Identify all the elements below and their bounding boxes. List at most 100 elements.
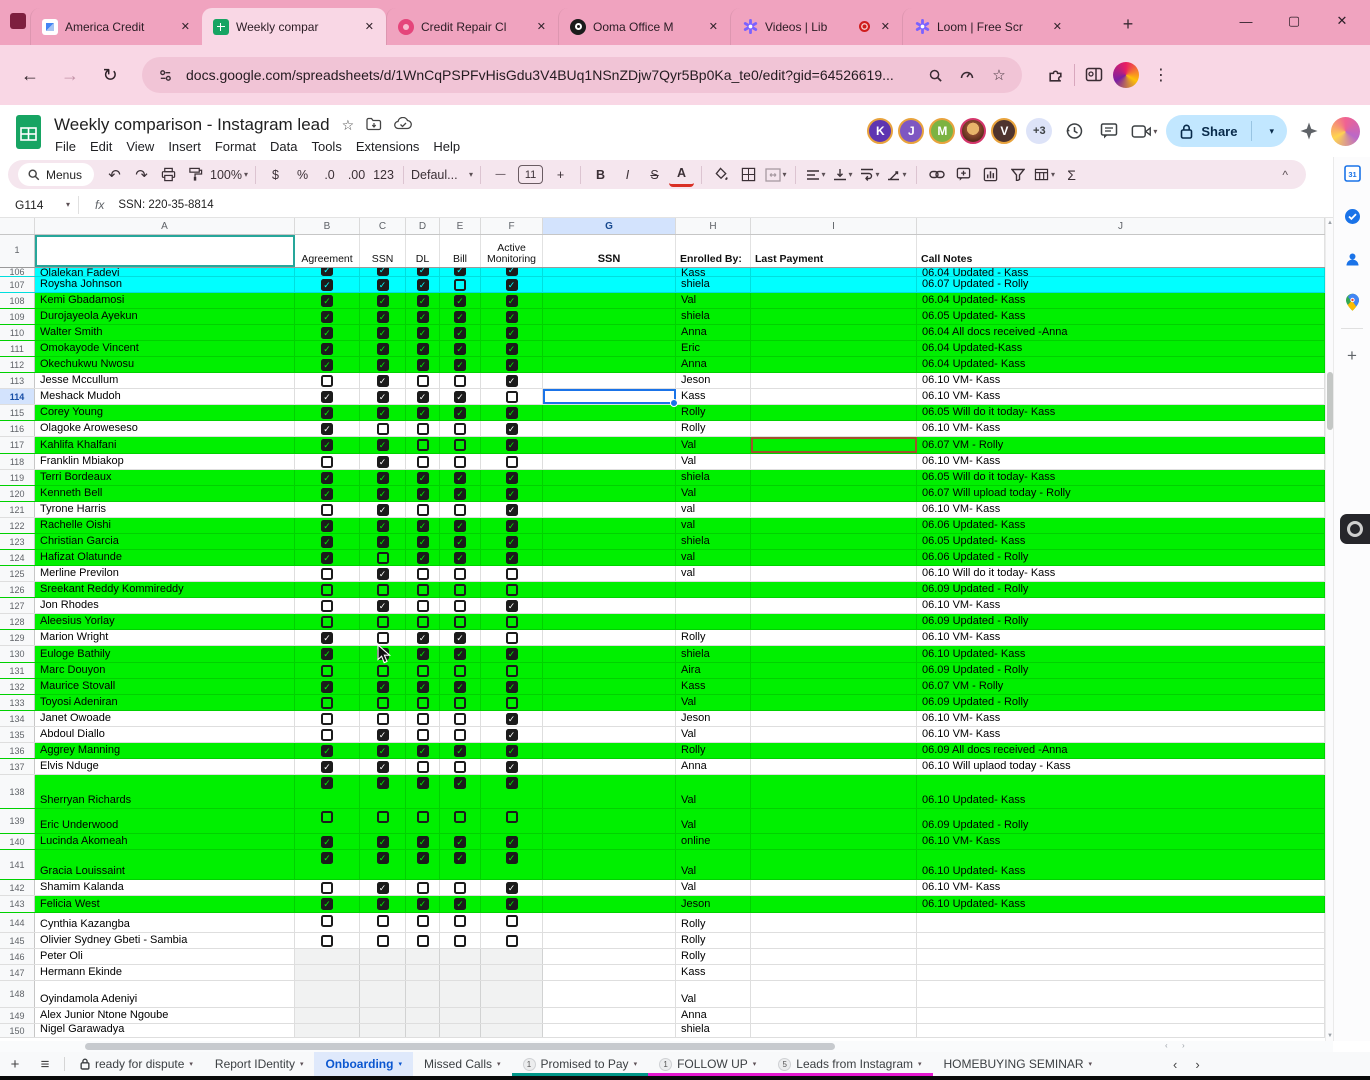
ssn-cell[interactable] — [543, 663, 676, 678]
checked-checkbox[interactable]: ✓ — [506, 745, 518, 757]
checked-checkbox[interactable]: ✓ — [377, 343, 389, 355]
unchecked-checkbox[interactable] — [417, 456, 429, 468]
name-cell[interactable]: Jon Rhodes — [35, 598, 295, 613]
minimize-button[interactable]: — — [1222, 0, 1270, 42]
table-views-button[interactable]: ▾ — [1032, 162, 1057, 187]
name-cell[interactable]: Sherryan Richards — [35, 775, 295, 808]
checked-checkbox[interactable]: ✓ — [454, 520, 466, 532]
checkbox-cell-C[interactable]: ✓ — [360, 470, 406, 485]
row-header[interactable]: 149 — [0, 1008, 35, 1023]
close-window-button[interactable]: ✕ — [1318, 0, 1366, 42]
checkbox-cell-F[interactable]: ✓ — [481, 437, 543, 453]
checked-checkbox[interactable]: ✓ — [377, 407, 389, 419]
last-payment-cell[interactable] — [751, 518, 917, 533]
checked-checkbox[interactable]: ✓ — [377, 761, 389, 773]
row-header[interactable]: 146 — [0, 949, 35, 964]
enrolled-by-cell[interactable]: shiela — [676, 309, 751, 324]
checkbox-cell-D[interactable]: ✓ — [406, 850, 440, 879]
checkbox-cell-D[interactable] — [406, 663, 440, 678]
unchecked-checkbox[interactable] — [454, 504, 466, 516]
menu-tools[interactable]: Tools — [304, 138, 348, 155]
checkbox-cell-B[interactable] — [295, 695, 360, 710]
checkbox-cell-C[interactable] — [360, 981, 406, 1007]
checked-checkbox[interactable]: ✓ — [506, 343, 518, 355]
ssn-cell[interactable] — [543, 325, 676, 340]
checkbox-cell-D[interactable] — [406, 711, 440, 726]
row-header[interactable]: 130 — [0, 646, 35, 662]
call-notes-cell[interactable]: 06.06 Updated - Rolly — [917, 550, 1325, 565]
new-tab-button[interactable]: + — [1115, 11, 1141, 37]
column-header-E[interactable]: E — [440, 218, 481, 234]
ssn-cell[interactable] — [543, 933, 676, 948]
meet-camera-icon[interactable]: ▾ — [1131, 118, 1157, 144]
checked-checkbox[interactable]: ✓ — [377, 311, 389, 323]
ssn-cell[interactable] — [543, 727, 676, 742]
checkbox-cell-B[interactable]: ✓ — [295, 534, 360, 549]
last-payment-cell[interactable] — [751, 582, 917, 597]
name-cell[interactable]: Maurice Stovall — [35, 679, 295, 694]
name-cell[interactable]: Oyindamola Adeniyi — [35, 981, 295, 1007]
checkbox-cell-C[interactable]: ✓ — [360, 405, 406, 420]
row-header[interactable]: 138 — [0, 775, 35, 808]
checkbox-cell-E[interactable]: ✓ — [440, 470, 481, 485]
grid-corner[interactable] — [0, 218, 35, 234]
row-header[interactable]: 141 — [0, 850, 35, 879]
checkbox-cell-D[interactable] — [406, 913, 440, 932]
ssn-cell[interactable] — [543, 614, 676, 629]
checkbox-cell-E[interactable]: ✓ — [440, 357, 481, 372]
ssn-cell[interactable] — [543, 518, 676, 533]
horizontal-scrollbar[interactable]: ‹ › — [0, 1041, 1333, 1052]
unchecked-checkbox[interactable] — [506, 391, 518, 403]
checkbox-cell-C[interactable]: ✓ — [360, 277, 406, 292]
checkbox-cell-B[interactable]: ✓ — [295, 759, 360, 774]
checkbox-cell-C[interactable]: ✓ — [360, 454, 406, 469]
checkbox-cell-B[interactable]: ✓ — [295, 437, 360, 453]
checkbox-cell-E[interactable]: ✓ — [440, 646, 481, 662]
row-header[interactable]: 111 — [0, 341, 35, 356]
increase-decimals-button[interactable]: .00 — [344, 162, 369, 187]
header-cell-A1[interactable] — [35, 235, 295, 267]
name-cell[interactable]: Toyosi Adeniran — [35, 695, 295, 710]
checkbox-cell-C[interactable]: ✓ — [360, 850, 406, 879]
last-payment-cell[interactable] — [751, 268, 917, 276]
last-payment-cell[interactable] — [751, 277, 917, 292]
site-info-icon[interactable] — [154, 64, 176, 86]
checked-checkbox[interactable]: ✓ — [321, 536, 333, 548]
checkbox-cell-F[interactable] — [481, 630, 543, 645]
call-notes-cell[interactable]: 06.10 VM- Kass — [917, 630, 1325, 645]
enrolled-by-cell[interactable]: val — [676, 566, 751, 581]
checkbox-cell-D[interactable]: ✓ — [406, 743, 440, 758]
ssn-cell[interactable] — [543, 646, 676, 662]
ssn-cell[interactable] — [543, 775, 676, 808]
name-cell[interactable]: Cynthia Kazangba — [35, 913, 295, 932]
back-button[interactable]: ← — [14, 59, 46, 91]
unchecked-checkbox[interactable] — [506, 915, 518, 927]
checked-checkbox[interactable]: ✓ — [377, 777, 389, 789]
call-notes-cell[interactable]: 06.07 Will upload today - Rolly — [917, 486, 1325, 501]
checked-checkbox[interactable]: ✓ — [321, 423, 333, 435]
row-header[interactable]: 132 — [0, 679, 35, 694]
ssn-cell[interactable] — [543, 1024, 676, 1037]
text-color-button[interactable]: A — [669, 162, 694, 187]
row-header[interactable]: 115 — [0, 405, 35, 420]
call-notes-cell[interactable]: 06.09 All docs received -Anna — [917, 743, 1325, 758]
last-payment-cell[interactable] — [751, 949, 917, 964]
checkbox-cell-E[interactable] — [440, 437, 481, 453]
last-payment-cell[interactable] — [751, 850, 917, 879]
checkbox-cell-D[interactable]: ✓ — [406, 470, 440, 485]
checkbox-cell-D[interactable] — [406, 1024, 440, 1037]
browser-tab[interactable]: Loom | Free Scr✕ — [902, 8, 1074, 45]
unchecked-checkbox[interactable] — [417, 568, 429, 580]
browser-tab[interactable]: Videos | Lib✕ — [730, 8, 902, 45]
functions-button[interactable]: Σ — [1059, 162, 1084, 187]
ssn-cell[interactable] — [543, 834, 676, 849]
checked-checkbox[interactable]: ✓ — [454, 681, 466, 693]
unchecked-checkbox[interactable] — [506, 665, 518, 677]
checkbox-cell-F[interactable] — [481, 695, 543, 710]
checked-checkbox[interactable]: ✓ — [321, 327, 333, 339]
ssn-cell[interactable] — [543, 437, 676, 453]
checkbox-cell-B[interactable] — [295, 981, 360, 1007]
checkbox-cell-C[interactable]: ✓ — [360, 518, 406, 533]
checked-checkbox[interactable]: ✓ — [321, 681, 333, 693]
last-payment-cell[interactable] — [751, 880, 917, 895]
